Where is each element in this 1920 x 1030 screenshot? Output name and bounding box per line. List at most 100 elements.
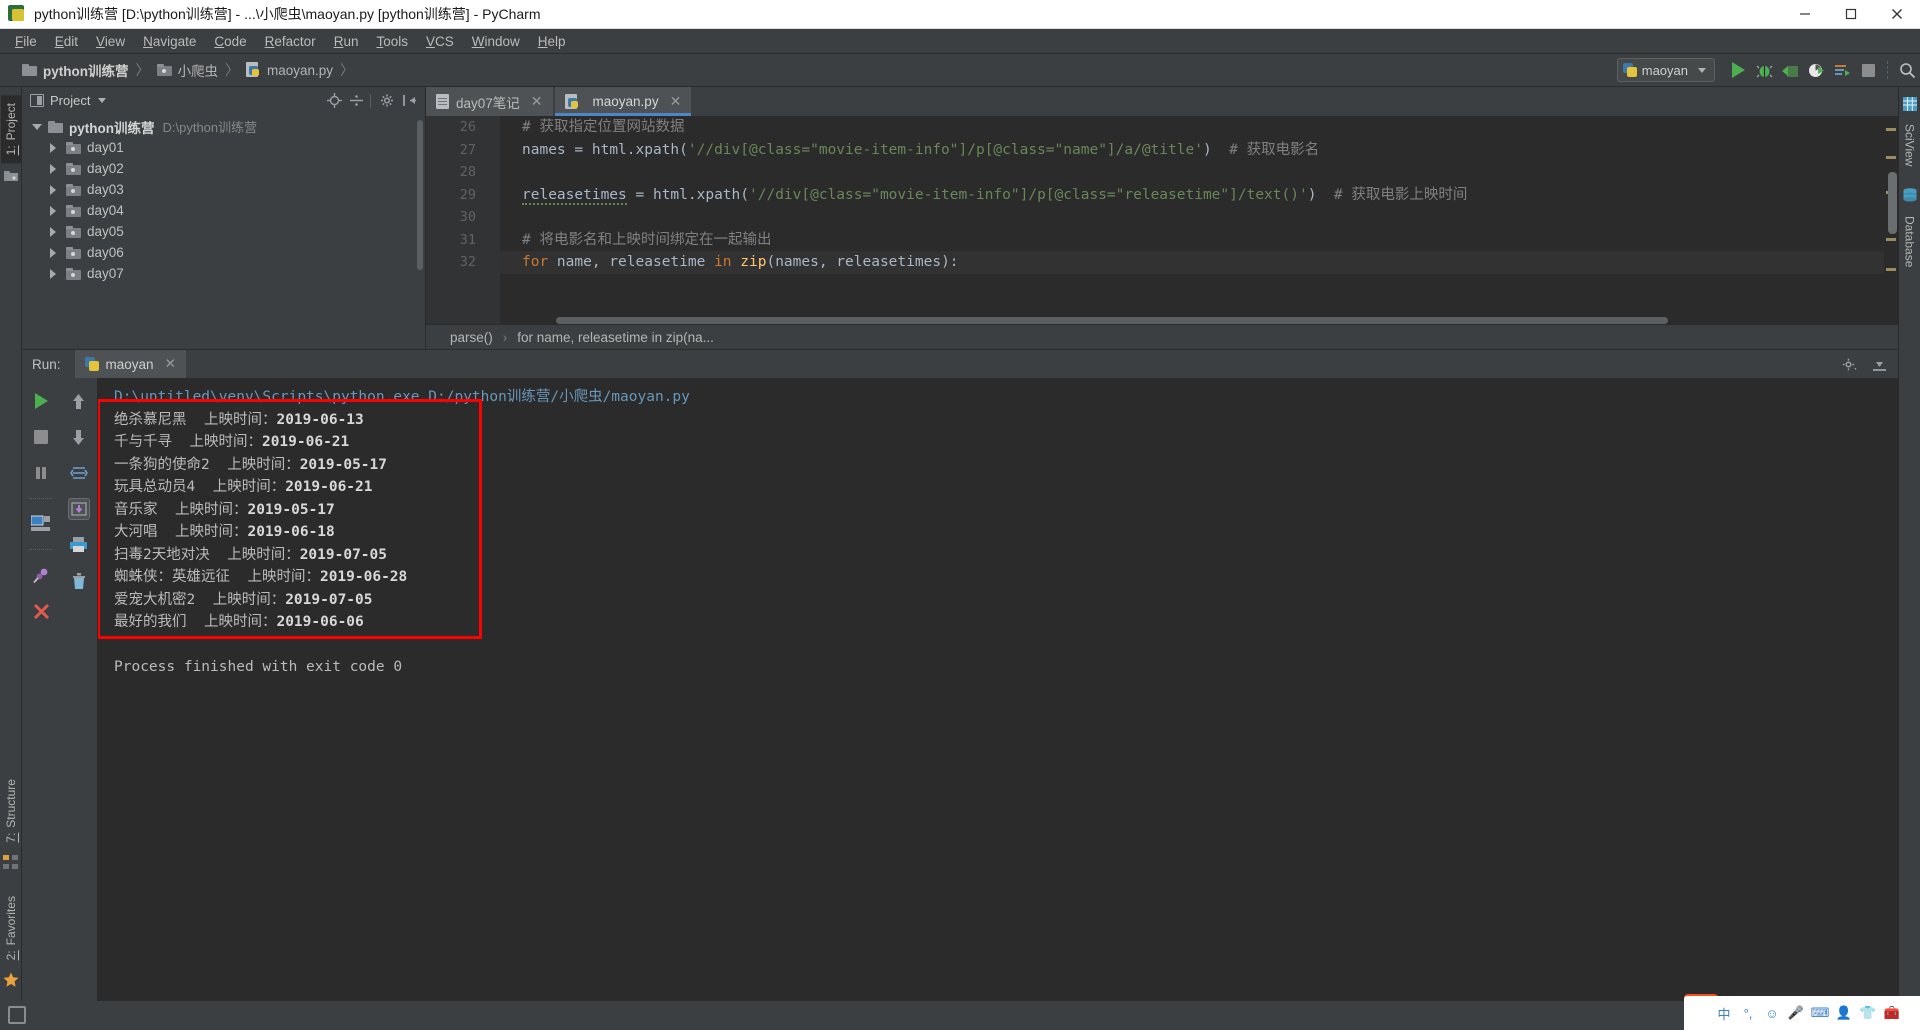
sidebar-item-favorites[interactable]: 2: Favorites	[1, 888, 21, 968]
star-icon	[3, 972, 19, 993]
tree-node-day06[interactable]: day06	[22, 242, 425, 263]
fold-gutter[interactable]	[486, 116, 500, 324]
chevron-right-icon[interactable]	[46, 268, 60, 279]
user-icon[interactable]: 👤	[1834, 1003, 1854, 1023]
project-tree-scrollbar[interactable]	[417, 120, 423, 270]
breadcrumb-parse[interactable]: parse()	[450, 330, 493, 345]
tab-day07notes[interactable]: day07笔记 ✕	[426, 87, 553, 116]
chevron-right-icon[interactable]	[46, 163, 60, 174]
stop-button[interactable]	[1855, 57, 1881, 83]
hide-icon[interactable]	[399, 91, 419, 111]
menu-vcs[interactable]: VCS	[417, 32, 463, 51]
gear-icon[interactable]	[1838, 353, 1860, 375]
code-lines[interactable]: # 获取指定位置网站数据 names = html.xpath('//div[@…	[486, 116, 1898, 324]
sidebar-item-database[interactable]: Database	[1900, 208, 1920, 275]
stop-button[interactable]	[30, 426, 52, 448]
tree-node-day02[interactable]: day02	[22, 158, 425, 179]
chevron-right-icon[interactable]	[46, 142, 60, 153]
editor-marker	[1886, 156, 1896, 159]
run-coverage-button[interactable]	[1777, 57, 1803, 83]
punctuation-icon[interactable]: °,	[1738, 1003, 1758, 1023]
tree-node-day05[interactable]: day05	[22, 221, 425, 242]
voice-input-icon[interactable]: 🎤	[1786, 1003, 1806, 1023]
tree-node-day07[interactable]: day07	[22, 263, 425, 284]
menu-refactor[interactable]: Refactor	[256, 32, 325, 51]
chevron-down-icon[interactable]	[98, 98, 107, 103]
run-button[interactable]	[1725, 57, 1751, 83]
upper-area: Project python训练营 D:\python训练营 day01 day…	[22, 87, 1898, 349]
scroll-to-end-icon[interactable]	[67, 498, 90, 520]
menu-window[interactable]: Window	[463, 32, 529, 51]
keyboard-icon[interactable]: ⌨	[1810, 1003, 1830, 1023]
chevron-right-icon[interactable]	[46, 247, 60, 258]
menu-code[interactable]: Code	[205, 32, 255, 51]
code-editor[interactable]: 26 27 28 29 30 31 32 # 获取指定位置网站数据 names …	[426, 116, 1898, 324]
menu-view[interactable]: View	[87, 32, 134, 51]
close-icon[interactable]: ✕	[670, 93, 682, 110]
run-configuration-selector[interactable]: maoyan	[1616, 58, 1715, 82]
chevron-right-icon[interactable]	[46, 226, 60, 237]
trash-icon[interactable]	[68, 570, 90, 592]
search-everywhere-button[interactable]	[1894, 57, 1920, 83]
profile-button[interactable]	[1803, 57, 1829, 83]
collapse-all-icon[interactable]	[346, 91, 366, 111]
close-icon[interactable]: ✕	[165, 356, 176, 372]
pycharm-icon	[8, 5, 26, 23]
menu-navigate[interactable]: Navigate	[134, 32, 205, 51]
breadcrumb-folder[interactable]: 小爬虫	[156, 60, 218, 80]
chinese-mode-icon[interactable]: 中	[1714, 1003, 1734, 1023]
source-folder-icon	[156, 64, 172, 76]
tree-node-day04[interactable]: day04	[22, 200, 425, 221]
minimize-button[interactable]	[1782, 0, 1828, 29]
hide-icon[interactable]	[1868, 353, 1890, 375]
emoji-icon[interactable]: ☺	[1762, 1003, 1782, 1023]
breadcrumb-file[interactable]: maoyan.py	[246, 62, 333, 78]
menu-edit[interactable]: Edit	[46, 32, 87, 51]
tab-maoyan-py[interactable]: maoyan.py ✕	[554, 87, 692, 116]
close-button[interactable]	[1874, 0, 1920, 29]
soft-wrap-icon[interactable]	[68, 462, 90, 484]
editor-vertical-scrollbar[interactable]	[1888, 172, 1897, 234]
os-window-icon[interactable]	[8, 1006, 26, 1024]
pin-icon[interactable]	[30, 564, 52, 586]
project-tree[interactable]: python训练营 D:\python训练营 day01 day02 day03…	[22, 114, 425, 349]
pause-button[interactable]	[30, 462, 52, 484]
chevron-right-icon: 〉	[225, 62, 239, 78]
print-icon[interactable]	[68, 534, 90, 556]
sidebar-item-sciview[interactable]: SciView	[1900, 116, 1920, 174]
tree-node-root[interactable]: python训练营 D:\python训练营	[22, 116, 425, 137]
menu-run[interactable]: Run	[325, 32, 368, 51]
close-icon[interactable]: ✕	[531, 93, 543, 110]
editor-horizontal-scrollbar[interactable]	[556, 317, 1668, 324]
rerun-button[interactable]	[30, 390, 52, 412]
run-with-console-button[interactable]	[1829, 57, 1855, 83]
tree-node-day01[interactable]: day01	[22, 137, 425, 158]
debug-button[interactable]	[1751, 57, 1777, 83]
restore-layout-button[interactable]	[30, 513, 52, 535]
code-line-32: for name, releasetime in zip(names, rele…	[486, 251, 1898, 274]
sidebar-item-project[interactable]: 1: Project	[0, 95, 21, 164]
toolbox-icon[interactable]: 🧰	[1882, 1003, 1902, 1023]
maximize-button[interactable]	[1828, 0, 1874, 29]
menu-help[interactable]: Help	[529, 32, 575, 51]
editor-tab-bar: day07笔记 ✕ maoyan.py ✕	[426, 87, 1898, 116]
run-tab-maoyan[interactable]: maoyan ✕	[74, 350, 186, 378]
chevron-right-icon[interactable]	[46, 205, 60, 216]
chevron-right-icon[interactable]	[46, 184, 60, 195]
breadcrumb-for-loop[interactable]: for name, releasetime in zip(na...	[517, 330, 714, 345]
menu-tools[interactable]: Tools	[367, 32, 417, 51]
close-x-icon[interactable]	[30, 600, 52, 622]
gear-icon[interactable]	[377, 91, 397, 111]
chevron-down-icon[interactable]	[30, 123, 44, 130]
tree-node-day03[interactable]: day03	[22, 179, 425, 200]
arrow-up-icon[interactable]	[68, 390, 90, 412]
source-folder-icon	[66, 141, 81, 154]
menu-file[interactable]: File	[6, 32, 46, 51]
console-output[interactable]: D:\untitled\venv\Scripts\python.exe D:/p…	[98, 378, 1898, 1003]
sidebar-item-structure[interactable]: 7: Structure	[1, 771, 21, 851]
arrow-down-icon[interactable]	[68, 426, 90, 448]
skin-icon[interactable]: 👕	[1858, 1003, 1878, 1023]
locate-icon[interactable]	[324, 91, 344, 111]
editor-marker-bar[interactable]	[1884, 116, 1898, 324]
breadcrumb-project[interactable]: python训练营	[22, 60, 129, 80]
